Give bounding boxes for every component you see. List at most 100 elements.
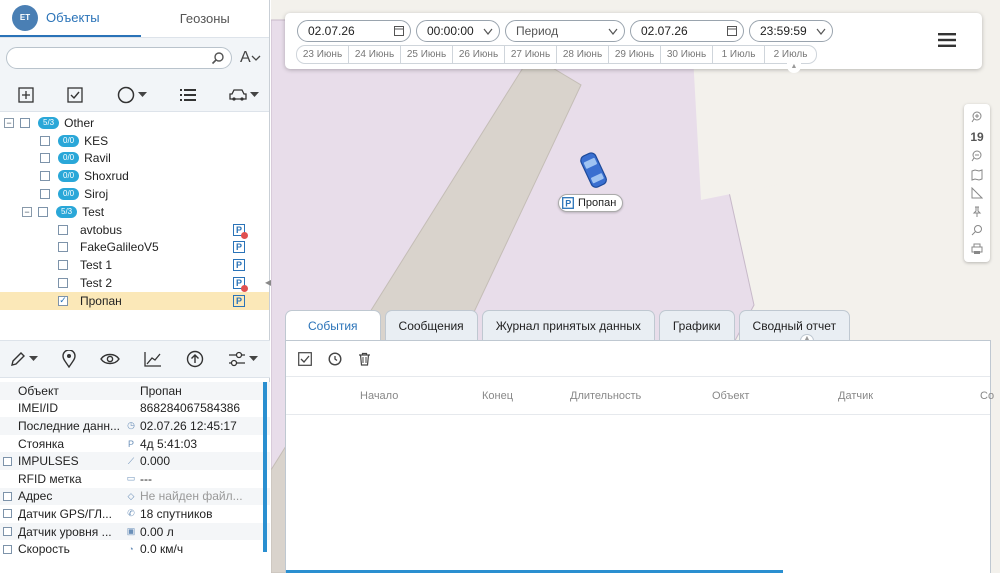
hamburger-menu-icon[interactable]: [938, 33, 956, 47]
time-from-field[interactable]: 00:00:00: [416, 20, 500, 42]
select-all-button[interactable]: [67, 86, 83, 103]
pin-icon[interactable]: [971, 206, 983, 218]
font-size-toggle[interactable]: A: [240, 49, 261, 67]
bottom-tab[interactable]: Сообщения: [384, 310, 478, 340]
tree-checkbox[interactable]: [40, 153, 50, 164]
tree-checkbox[interactable]: ✓: [58, 295, 68, 306]
tree-item[interactable]: 0/0 Siroj: [0, 185, 269, 203]
tab-geozones[interactable]: Геозоны: [141, 0, 270, 37]
property-checkbox[interactable]: [2, 544, 12, 554]
day-button[interactable]: 30 Июнь: [660, 45, 713, 64]
tree-checkbox[interactable]: [40, 189, 50, 200]
property-checkbox[interactable]: [2, 509, 12, 519]
print-icon[interactable]: [971, 243, 983, 255]
tree-item-label: Test: [82, 204, 105, 219]
search-input[interactable]: [15, 48, 215, 68]
vehicle-label[interactable]: P Пропан: [558, 194, 624, 212]
checkbox-checked-icon[interactable]: [298, 351, 312, 366]
ruler-icon[interactable]: [971, 187, 983, 199]
map-area[interactable]: P Пропан 19 02.07.26 00:00:00 Период 02.…: [271, 0, 1000, 573]
tab-geozones-label: Геозоны: [179, 11, 230, 26]
speed-icon: ◔: [128, 544, 134, 555]
properties-scrollbar[interactable]: [263, 382, 267, 552]
tree-item[interactable]: 0/0 Ravil: [0, 150, 269, 168]
vehicle-menu-button[interactable]: [229, 88, 259, 102]
property-row: Последние данн... ◷ 02.07.26 12:45:17: [0, 417, 270, 435]
day-button[interactable]: 24 Июнь: [348, 45, 401, 64]
chart-button[interactable]: [144, 351, 162, 367]
date-from-field[interactable]: 02.07.26: [297, 20, 411, 42]
tree-checkbox[interactable]: [58, 278, 68, 289]
property-checkbox-cell: [0, 544, 14, 554]
calendar-icon[interactable]: [394, 26, 404, 36]
arrow-up-circle-icon: [186, 350, 204, 368]
locate-button[interactable]: [62, 350, 76, 368]
column-header[interactable]: Со: [980, 390, 994, 402]
tab-objects[interactable]: ET Объекты: [0, 0, 141, 37]
day-button[interactable]: 25 Июнь: [400, 45, 453, 64]
day-button[interactable]: 29 Июнь: [608, 45, 661, 64]
tree-checkbox[interactable]: [58, 260, 68, 271]
edit-button[interactable]: [10, 351, 38, 367]
property-checkbox[interactable]: [2, 527, 12, 537]
send-command-button[interactable]: [186, 350, 204, 368]
expand-toggle-icon[interactable]: −: [22, 206, 32, 217]
map-layers-icon[interactable]: [971, 169, 983, 181]
period-select[interactable]: Период: [505, 20, 625, 42]
column-header[interactable]: Датчик: [838, 390, 873, 402]
property-checkbox[interactable]: [2, 491, 12, 501]
column-header[interactable]: Объект: [712, 390, 749, 402]
column-header[interactable]: Конец: [482, 390, 513, 402]
column-header[interactable]: Начало: [360, 390, 398, 402]
collapse-panel-icon[interactable]: ◀: [265, 278, 271, 288]
bottom-tab[interactable]: Сводный отчет: [738, 310, 851, 340]
bottom-tab[interactable]: События: [285, 310, 381, 340]
tree-item[interactable]: Test 2 P: [0, 274, 269, 293]
bottom-tab[interactable]: Журнал принятых данных: [481, 310, 655, 340]
tree-checkbox[interactable]: [20, 117, 30, 128]
tree-item[interactable]: FakeGalileoV5 P: [0, 239, 269, 257]
search-box: [6, 47, 232, 69]
bottom-tab[interactable]: Графики: [658, 310, 735, 340]
tree-item[interactable]: ✓ Пропан P: [0, 291, 269, 310]
day-button[interactable]: 2 Июль: [764, 45, 817, 64]
time-to-field[interactable]: 23:59:59: [749, 20, 833, 42]
caret-down-icon: [250, 91, 259, 97]
tree-item[interactable]: 0/0 Shoxrud: [0, 167, 269, 185]
status-filter-button[interactable]: [117, 86, 147, 104]
day-button[interactable]: 28 Июнь: [556, 45, 609, 64]
list-view-button[interactable]: [179, 88, 196, 102]
day-button[interactable]: 26 Июнь: [452, 45, 505, 64]
search-icon[interactable]: [211, 51, 225, 65]
day-button[interactable]: 1 Июль: [712, 45, 765, 64]
trash-icon[interactable]: [358, 352, 371, 366]
tree-item[interactable]: − 5/3 Other: [0, 114, 269, 132]
zoom-out-icon[interactable]: [971, 150, 983, 162]
tree-checkbox[interactable]: [58, 242, 68, 253]
tree-item[interactable]: − 5/3 Test: [0, 203, 269, 221]
chevron-down-icon: [816, 28, 826, 35]
expand-toggle-icon[interactable]: −: [4, 117, 14, 128]
settings-menu-button[interactable]: [228, 351, 258, 367]
tree-checkbox[interactable]: [40, 135, 50, 146]
day-button[interactable]: 23 Июнь: [296, 45, 349, 64]
add-object-button[interactable]: [18, 86, 34, 103]
tree-item[interactable]: 0/0 KES: [0, 132, 269, 150]
property-name: Последние данн...: [18, 418, 120, 433]
tree-checkbox[interactable]: [38, 206, 48, 217]
tree-item[interactable]: Test 1 P: [0, 256, 269, 274]
parking-icon: P: [233, 223, 248, 239]
zoom-in-icon[interactable]: [971, 111, 983, 123]
clock-icon[interactable]: [328, 351, 342, 366]
column-header[interactable]: Длительность: [570, 390, 641, 402]
date-to-field[interactable]: 02.07.26: [630, 20, 744, 42]
property-checkbox[interactable]: [2, 456, 12, 466]
watch-button[interactable]: [100, 352, 120, 366]
calendar-icon[interactable]: [727, 26, 737, 36]
tree-checkbox[interactable]: [58, 224, 68, 235]
day-button[interactable]: 27 Июнь: [504, 45, 557, 64]
tree-item[interactable]: avtobus P: [0, 221, 269, 239]
search-address-icon[interactable]: [971, 224, 983, 236]
vehicle-marker-icon[interactable]: [576, 150, 612, 192]
tree-checkbox[interactable]: [40, 171, 50, 182]
